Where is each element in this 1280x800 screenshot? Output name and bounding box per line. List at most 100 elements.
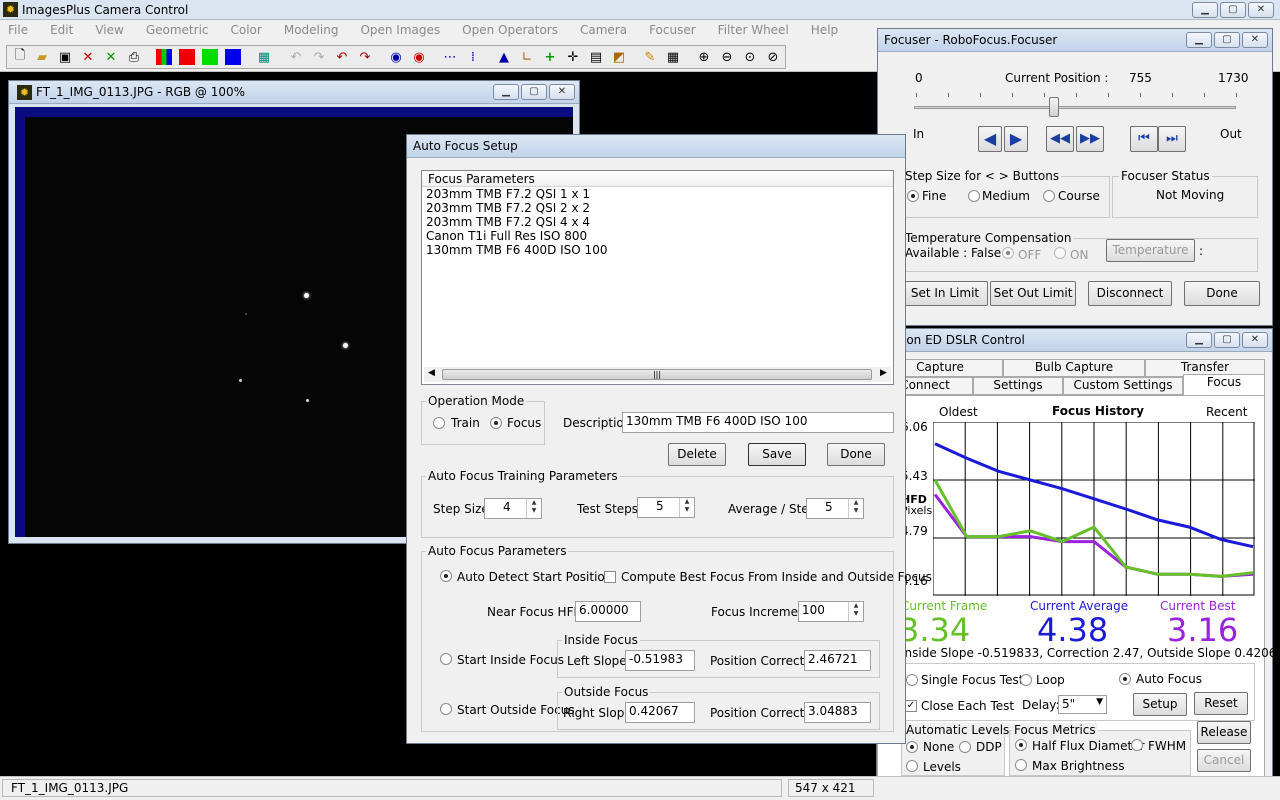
step-in-button[interactable]: ◀ <box>978 126 1002 152</box>
temp-on-radio[interactable] <box>1054 247 1066 259</box>
menu-item-filter-wheel[interactable]: Filter Wheel <box>718 23 789 37</box>
calculator-icon[interactable]: ▤ <box>585 46 607 68</box>
menu-item-view[interactable]: View <box>95 23 123 37</box>
fast-in-button[interactable]: ◀◀ <box>1046 126 1074 152</box>
compute-best-checkbox[interactable] <box>604 571 616 583</box>
crosshair-icon[interactable]: ✛ <box>562 46 584 68</box>
list-item[interactable]: Canon T1i Full Res ISO 800 <box>426 229 889 243</box>
menu-item-geometric[interactable]: Geometric <box>146 23 209 37</box>
near-focus-hfd-input[interactable]: 6.00000 <box>575 601 641 622</box>
menu-item-open-images[interactable]: Open Images <box>360 23 440 37</box>
focus-increment-input[interactable]: 100 ▲ ▼ <box>798 601 864 622</box>
levels-levels-radio[interactable] <box>906 760 918 772</box>
zoom-actual-icon[interactable]: ⊘ <box>762 46 784 68</box>
menu-item-color[interactable]: Color <box>231 23 262 37</box>
open-folder-icon[interactable]: ▰ <box>31 46 53 68</box>
position-slider-thumb[interactable] <box>1049 97 1060 117</box>
test-steps-spinner[interactable]: ▲ ▼ <box>679 498 694 517</box>
save-button[interactable]: Save <box>748 443 806 466</box>
focuser-close-button[interactable]: ✕ <box>1242 32 1268 48</box>
axis-icon[interactable]: ∟ <box>516 46 538 68</box>
app-close-button[interactable]: ✕ <box>1248 2 1274 18</box>
step-size-input[interactable]: 4 ▲ ▼ <box>484 498 542 519</box>
redo-icon[interactable]: ↷ <box>354 46 376 68</box>
red-channel-icon[interactable] <box>176 46 198 68</box>
description-input[interactable]: 130mm TMB F6 400D ISO 100 <box>622 412 894 433</box>
list-item[interactable]: 203mm TMB F7.2 QSI 2 x 2 <box>426 201 889 215</box>
delete-button[interactable]: Delete <box>668 443 726 466</box>
image-close-button[interactable]: ✕ <box>549 84 575 100</box>
image-maximize-button[interactable]: ▢ <box>521 84 547 100</box>
cancel-button[interactable]: Cancel <box>1197 749 1251 772</box>
levels-none-radio[interactable] <box>906 741 918 753</box>
position-correction-out-input[interactable]: 3.04883 <box>804 702 871 723</box>
close-green-icon[interactable]: ✕ <box>100 46 122 68</box>
levels-ddp-radio[interactable] <box>959 741 971 753</box>
auto-focus-radio[interactable] <box>1119 673 1131 685</box>
disconnect-button[interactable]: Disconnect <box>1088 281 1172 306</box>
tab-bulb-capture[interactable]: Bulb Capture <box>1003 359 1145 377</box>
tab-focus[interactable]: Focus <box>1183 374 1265 395</box>
right-slope-input[interactable]: 0.42067 <box>625 702 695 723</box>
chart-icon[interactable]: ◩ <box>608 46 630 68</box>
test-steps-input[interactable]: 5 ▲ ▼ <box>637 497 695 518</box>
blue-channel-icon[interactable] <box>222 46 244 68</box>
delay-select[interactable]: 5" ▼ <box>1058 695 1107 714</box>
scrollbar-thumb[interactable]: ||| <box>442 369 872 380</box>
menu-item-edit[interactable]: Edit <box>50 23 73 37</box>
focuser-maximize-button[interactable]: ▢ <box>1214 32 1240 48</box>
left-slope-input[interactable]: -0.51983 <box>625 650 695 671</box>
dslr-minimize-button[interactable]: ▁ <box>1186 332 1212 348</box>
set-in-limit-button[interactable]: Set In Limit <box>902 281 988 306</box>
temperature-button[interactable]: Temperature <box>1106 239 1195 262</box>
step-size-spinner[interactable]: ▲ ▼ <box>526 499 541 518</box>
go-min-button[interactable]: ⏮ <box>1130 126 1158 152</box>
single-focus-test-radio[interactable] <box>906 674 918 686</box>
table-icon[interactable]: ▦ <box>662 46 684 68</box>
start-inside-focus-radio[interactable] <box>440 653 452 665</box>
auto-detect-start-radio[interactable] <box>440 570 452 582</box>
step-fine-radio[interactable] <box>907 190 919 202</box>
app-maximize-button[interactable]: ▢ <box>1220 2 1246 18</box>
zoom-fit-icon[interactable]: ⊙ <box>739 46 761 68</box>
step-out-button[interactable]: ▶ <box>1004 126 1028 152</box>
zoom-out-icon[interactable]: ⊖ <box>716 46 738 68</box>
menu-item-focuser[interactable]: Focuser <box>649 23 696 37</box>
green-channel-icon[interactable] <box>199 46 221 68</box>
app-minimize-button[interactable]: ▁ <box>1192 2 1218 18</box>
start-outside-focus-radio[interactable] <box>440 703 452 715</box>
circle-select-icon[interactable]: ◉ <box>385 46 407 68</box>
dslr-maximize-button[interactable]: ▢ <box>1214 332 1240 348</box>
release-button[interactable]: Release <box>1197 721 1251 744</box>
temp-off-radio[interactable] <box>1002 247 1014 259</box>
setup-button[interactable]: Setup <box>1133 693 1187 716</box>
scroll-left-icon[interactable]: ◀ <box>428 368 435 378</box>
position-slider-track[interactable] <box>914 106 1236 109</box>
scroll-right-icon[interactable]: ▶ <box>880 368 887 378</box>
step-medium-radio[interactable] <box>968 190 980 202</box>
average-step-input[interactable]: 5 ▲ ▼ <box>806 498 864 519</box>
menu-item-open-operators[interactable]: Open Operators <box>462 23 558 37</box>
mode-train-radio[interactable] <box>433 417 445 429</box>
fast-out-button[interactable]: ▶▶ <box>1076 126 1104 152</box>
focus-parameters-list[interactable]: Focus Parameters 203mm TMB F7.2 QSI 1 x … <box>421 170 894 385</box>
menu-item-modeling[interactable]: Modeling <box>284 23 339 37</box>
print-icon[interactable]: ⎙ <box>123 46 145 68</box>
dslr-close-button[interactable]: ✕ <box>1242 332 1268 348</box>
list-item[interactable]: 130mm TMB F6 400D ISO 100 <box>426 243 889 257</box>
focuser-done-button[interactable]: Done <box>1184 281 1260 306</box>
focus-increment-spinner[interactable]: ▲ ▼ <box>848 602 863 621</box>
loop-radio[interactable] <box>1020 674 1032 686</box>
circle-select-red-icon[interactable]: ◉ <box>408 46 430 68</box>
half-flux-radio[interactable] <box>1015 739 1027 751</box>
focuser-minimize-button[interactable]: ▁ <box>1186 32 1212 48</box>
pencil-icon[interactable]: ✎ <box>639 46 661 68</box>
zoom-in-icon[interactable]: ⊕ <box>693 46 715 68</box>
mode-focus-radio[interactable] <box>490 417 502 429</box>
menu-item-file[interactable]: File <box>8 23 28 37</box>
save-icon[interactable]: ▣ <box>54 46 76 68</box>
horizontal-scrollbar[interactable]: ◀ ||| ▶ <box>424 367 891 382</box>
undo-icon[interactable]: ↶ <box>331 46 353 68</box>
histogram-icon[interactable]: ▲ <box>493 46 515 68</box>
set-out-limit-button[interactable]: Set Out Limit <box>990 281 1076 306</box>
